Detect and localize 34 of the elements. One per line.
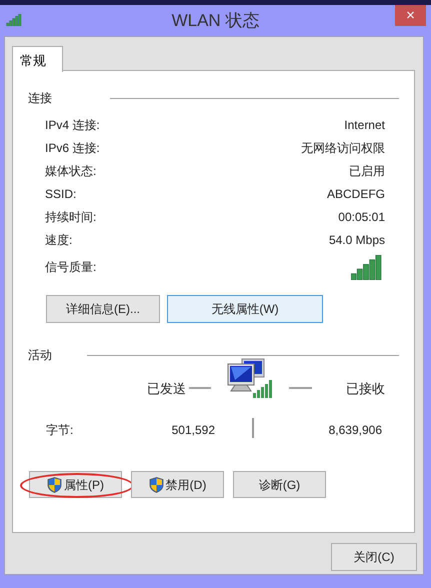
field-value: 54.0 Mbps <box>328 232 385 248</box>
button[interactable]: 诊断(G) <box>233 471 326 498</box>
button[interactable]: 禁用(D) <box>131 471 224 498</box>
section-heading: 活动 <box>28 347 52 364</box>
sent-label: 已发送 <box>147 380 186 398</box>
field-value: 已启用 <box>349 162 385 180</box>
close-dialog-button[interactable]: 关闭(C) <box>331 543 417 571</box>
field-value: Internet <box>344 116 385 134</box>
field-label: 速度: <box>45 232 72 248</box>
received-label: 已接收 <box>346 380 385 398</box>
section-heading: 连接 <box>28 90 52 107</box>
signal-strength-icon <box>351 254 382 280</box>
tab[interactable]: 常规 <box>12 46 63 72</box>
signal-icon <box>6 14 22 26</box>
bytes-label: 字节: <box>46 422 74 439</box>
field-label: IPv4 连接: <box>45 116 100 134</box>
field-label: 媒体状态: <box>45 162 96 180</box>
field-value: 无网络访问权限 <box>301 140 385 156</box>
field-label: 持续时间: <box>45 208 96 226</box>
bytes-received: 8,639,906 <box>328 422 382 439</box>
shield-icon <box>148 476 164 492</box>
button[interactable]: 无线属性(W) <box>167 295 323 323</box>
field-label: 信号质量: <box>45 259 96 276</box>
field-value: 00:05:01 <box>338 208 385 226</box>
close-button[interactable]: × <box>395 5 426 26</box>
bytes-sent: 501,592 <box>172 422 215 439</box>
network-computers-icon <box>227 358 275 401</box>
button[interactable]: 详细信息(E)... <box>46 295 160 323</box>
button[interactable]: 属性(P) <box>29 471 122 498</box>
field-label: IPv6 连接: <box>45 140 100 156</box>
window-title: WLAN 状态 <box>172 10 260 32</box>
field-label: SSID: <box>45 186 76 202</box>
field-value: ABCDEFG <box>326 186 385 202</box>
shield-icon <box>47 476 62 492</box>
